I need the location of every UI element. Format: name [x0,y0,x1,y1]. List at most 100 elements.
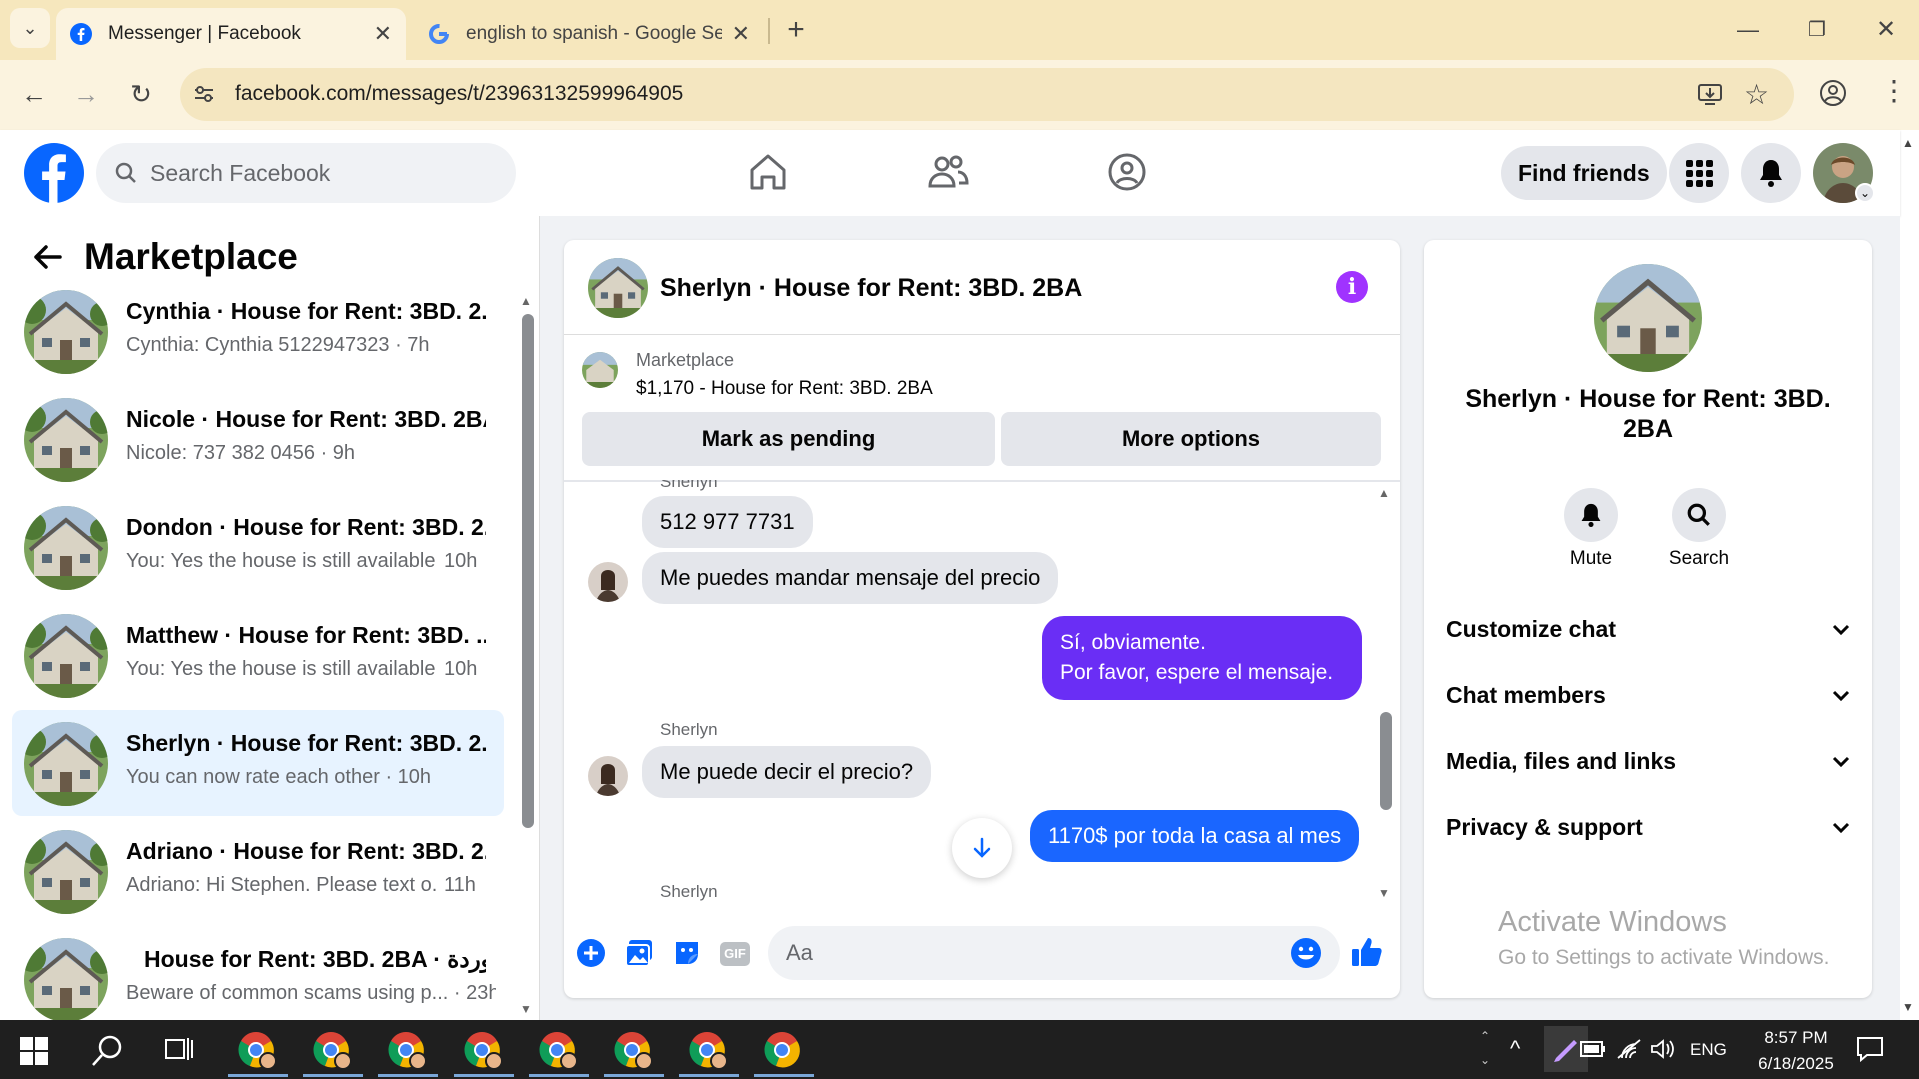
task-view-icon[interactable] [164,1036,194,1064]
back-arrow-icon[interactable] [30,240,64,274]
taskbar-search-icon[interactable] [90,1034,124,1068]
conversation-list-scrollbar[interactable] [522,314,534,828]
scroll-down-icon[interactable]: ▼ [520,1002,532,1016]
chrome-taskbar-icon[interactable] [236,1028,280,1072]
close-tab-icon[interactable]: ✕ [732,21,750,47]
groups-icon[interactable] [1107,152,1147,192]
page-scroll-down-icon[interactable]: ▼ [1902,1000,1914,1014]
chrome-taskbar-icon[interactable] [462,1028,506,1072]
show-hidden-icons[interactable]: ^ [1510,1036,1520,1062]
message-bubble[interactable]: 512 977 7731 [642,496,813,548]
new-tab-button[interactable]: + [776,10,816,50]
forward-icon[interactable]: → [66,74,106,114]
listing-thumbnail[interactable] [582,352,618,388]
listing-title[interactable]: $1,170 - House for Rent: 3BD. 2BA [636,378,933,400]
conversation-item[interactable]: Matthew · House for Rent: 3BD. ... You: Y… [12,602,504,708]
sender-avatar[interactable] [588,562,628,602]
emoji-icon[interactable] [1290,937,1322,969]
conversation-item[interactable]: House for Rent: 3BD. 2BA · الوردة Beware … [12,926,504,1032]
restore-button[interactable]: ❐ [1797,10,1837,50]
media-files-links-section[interactable]: Media, files and links [1446,748,1850,775]
close-window-button[interactable]: ✕ [1866,10,1906,50]
chrome-taskbar-icon[interactable] [386,1028,430,1072]
plus-circle-icon[interactable] [576,938,606,968]
photo-icon[interactable] [624,938,654,968]
chevron-down-icon [1832,822,1850,834]
conversation-info-icon[interactable]: i [1336,271,1368,303]
tab-google-search[interactable]: english to spanish - Google Sea ✕ [414,8,764,60]
browser-menu-icon[interactable]: ⋮ [1880,76,1908,106]
outgoing-message-bubble[interactable]: Sí, obviamente. Por favor, espere el men… [1042,616,1362,700]
url-text[interactable]: facebook.com/messages/t/2396313259996490… [235,82,683,106]
more-options-button[interactable]: More options [1001,412,1381,466]
conversation-name: Nicole · House for Rent: 3BD. 2BA [126,406,486,432]
conversation-item[interactable]: Cynthia · House for Rent: 3BD. 2... Cynth… [12,278,504,384]
facebook-search-input[interactable]: Search Facebook [96,143,516,203]
message-line: Por favor, espere el mensaje. [1060,661,1334,684]
page-scroll-up-icon[interactable]: ▲ [1902,136,1914,150]
volume-icon[interactable] [1650,1038,1676,1060]
section-label: Chat members [1446,682,1606,708]
chat-avatar[interactable] [588,258,648,318]
notifications-center-icon[interactable] [1856,1036,1884,1062]
profile-icon[interactable] [1818,78,1848,108]
windows-start-icon[interactable] [20,1037,48,1065]
reload-icon[interactable]: ↻ [121,74,161,114]
tray-scroll-icon[interactable]: ⌃ ⌄ [1480,1024,1490,1072]
minimize-button[interactable]: — [1728,10,1768,50]
bell-icon [1581,503,1601,527]
conversation-item[interactable]: Sherlyn · House for Rent: 3BD. 2... You c… [12,710,504,816]
outgoing-message-bubble[interactable]: 1170$ por toda la casa al mes [1030,810,1360,862]
sender-avatar[interactable] [588,756,628,796]
bookmark-star-icon[interactable]: ☆ [1744,78,1769,111]
message-bubble[interactable]: Me puede decir el precio? [642,746,932,798]
chrome-taskbar-icon[interactable] [762,1028,806,1072]
gif-icon[interactable]: GIF [720,942,750,966]
language-indicator[interactable]: ENG [1690,1040,1727,1060]
scroll-down-icon[interactable]: ▼ [1378,886,1390,900]
install-app-icon[interactable] [1696,80,1724,108]
sticker-icon[interactable] [672,938,702,968]
friends-icon[interactable] [926,152,970,192]
tab-messenger[interactable]: Messenger | Facebook ✕ [56,8,406,60]
close-tab-icon[interactable]: ✕ [374,21,392,47]
chrome-taskbar-icon[interactable] [687,1028,731,1072]
site-info-icon[interactable] [192,82,216,106]
home-icon[interactable] [746,152,790,192]
message-bubble[interactable]: Me puedes mandar mensaje del precio [642,552,1059,604]
tab-search-button[interactable]: ⌄ [10,8,50,48]
clock[interactable]: 8:57 PM 6/18/2025 [1736,1025,1856,1077]
chat-scrollbar[interactable] [1380,712,1392,810]
conversation-item[interactable]: Adriano · House for Rent: 3BD. 2... Adria… [12,818,504,924]
conversation-item[interactable]: Dondon · House for Rent: 3BD. 2... You: Y… [12,494,504,600]
notifications-bell-icon[interactable] [1741,143,1801,203]
chrome-taskbar-icon[interactable] [537,1028,581,1072]
scroll-to-bottom-button[interactable] [952,818,1012,878]
back-icon[interactable]: ← [14,74,54,114]
facebook-logo-icon[interactable] [24,143,84,203]
chrome-taskbar-icon[interactable] [311,1028,355,1072]
find-friends-button[interactable]: Find friends [1501,146,1667,200]
conversation-preview: You: Yes the house is still available... [126,550,436,572]
scroll-up-icon[interactable]: ▲ [520,294,532,308]
thumbs-up-icon[interactable] [1350,935,1384,969]
conversation-item[interactable]: Nicole · House for Rent: 3BD. 2BA Nicole:… [12,386,504,492]
chat-members-section[interactable]: Chat members [1446,682,1850,709]
message-input[interactable]: Aa [768,926,1340,980]
wifi-icon[interactable] [1616,1038,1642,1060]
scroll-up-icon[interactable]: ▲ [1378,486,1390,500]
clock-date: 6/18/2025 [1758,1054,1834,1073]
account-chevron-down-icon[interactable]: ⌄ [1855,183,1875,203]
tab-divider [768,18,770,44]
mute-button[interactable] [1564,488,1618,542]
customize-chat-section[interactable]: Customize chat [1446,616,1850,643]
search-in-conversation-button[interactable] [1672,488,1726,542]
chrome-taskbar-icon[interactable] [612,1028,656,1072]
privacy-support-section[interactable]: Privacy & support [1446,814,1850,841]
info-avatar[interactable] [1594,264,1702,372]
tab-title: english to spanish - Google Sea [466,23,722,44]
menu-grid-icon[interactable] [1669,143,1729,203]
battery-icon[interactable] [1580,1040,1606,1058]
mark-as-pending-button[interactable]: Mark as pending [582,412,995,466]
chat-title[interactable]: Sherlyn · House for Rent: 3BD. 2BA [660,274,1082,303]
